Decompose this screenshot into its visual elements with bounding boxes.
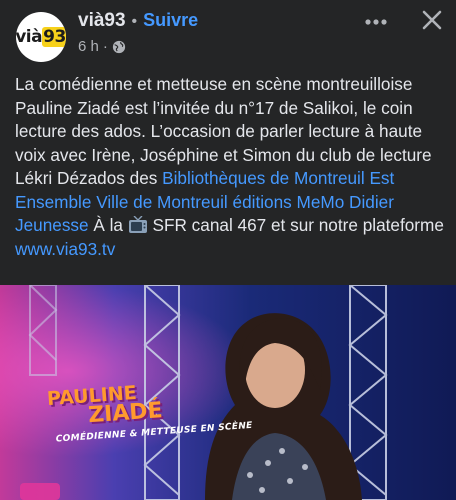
page-name[interactable]: vià93 — [78, 10, 126, 32]
post-meta: 6 h · — [78, 38, 126, 55]
more-options-button[interactable] — [364, 10, 388, 34]
meta-separator: · — [102, 38, 108, 55]
television-icon — [128, 216, 147, 233]
globe-icon — [112, 40, 125, 53]
page-avatar[interactable]: vià93 — [16, 12, 66, 62]
avatar-logo: vià93 — [16, 27, 66, 47]
post-video[interactable]: PAULINE ZIADÉ COMÉDIENNE & METTEUSE EN S… — [0, 285, 456, 500]
post-text-end: SFR canal 467 et sur notre plateforme — [147, 215, 444, 235]
website-link[interactable]: www.via93.tv — [15, 239, 115, 259]
more-horizontal-icon — [365, 19, 387, 25]
follow-button[interactable]: Suivre — [143, 10, 198, 31]
post-text-middle: À la — [88, 215, 128, 235]
separator-dot: • — [131, 13, 138, 30]
post-time[interactable]: 6 h — [78, 38, 99, 55]
post-header: vià93 vià93 • Suivre 6 h · — [0, 0, 456, 64]
close-button[interactable] — [420, 8, 444, 32]
close-icon — [422, 10, 442, 30]
post-body: La comédienne et metteuse en scène montr… — [15, 73, 445, 261]
title-row: vià93 • Suivre — [78, 10, 198, 32]
